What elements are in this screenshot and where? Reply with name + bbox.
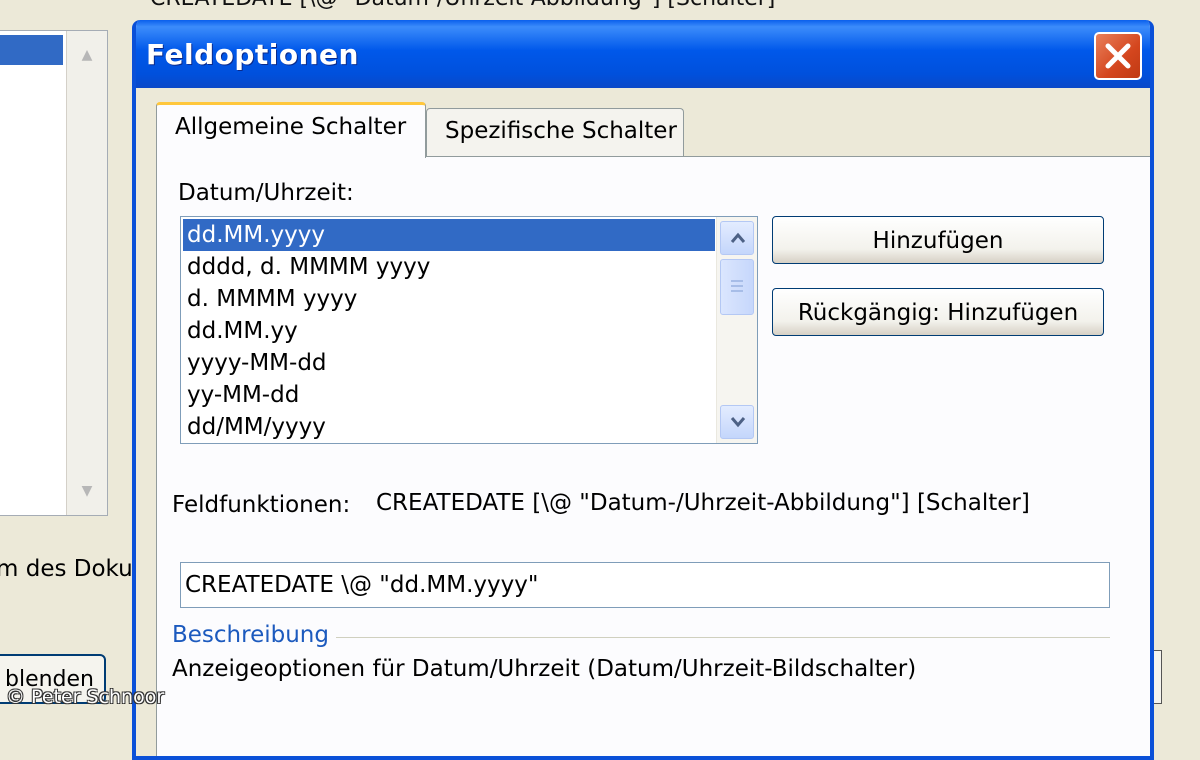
background-list-scrollbar[interactable]: ▲ ▼ bbox=[66, 31, 107, 515]
background-field-syntax: CREATEDATE [\@ "Datum-/Uhrzeit-Abbildung… bbox=[150, 0, 775, 11]
tab-general-switches[interactable]: Allgemeine Schalter bbox=[156, 102, 426, 158]
grip-line bbox=[731, 280, 743, 282]
grip-line bbox=[731, 290, 743, 292]
description-divider bbox=[336, 637, 1110, 638]
scroll-up-button[interactable] bbox=[720, 221, 754, 255]
list-item[interactable]: dddd, d. MMMM yyyy bbox=[183, 251, 715, 283]
list-item[interactable]: yyyy-MM-dd bbox=[183, 347, 715, 379]
field-functions-syntax: CREATEDATE [\@ "Datum-/Uhrzeit-Abbildung… bbox=[376, 490, 1030, 516]
title-bar[interactable]: Feldoptionen bbox=[136, 20, 1150, 88]
scroll-down-button[interactable] bbox=[720, 405, 754, 439]
background-label: m des Doku bbox=[0, 556, 133, 582]
date-time-label: Datum/Uhrzeit: bbox=[178, 180, 354, 206]
chevron-up-icon[interactable]: ▲ bbox=[73, 41, 101, 69]
list-item[interactable]: dd.MM.yy bbox=[183, 315, 715, 347]
add-button[interactable]: Hinzufügen bbox=[772, 216, 1104, 264]
list-item[interactable]: dd.MM.yyyy bbox=[183, 219, 715, 251]
field-code-input[interactable]: CREATEDATE \@ "dd.MM.yyyy" bbox=[180, 562, 1110, 608]
description-header: Beschreibung bbox=[172, 622, 329, 648]
copyright-watermark: © Peter Schnoor bbox=[6, 686, 165, 708]
background-list[interactable]: ▲ ▼ bbox=[0, 30, 108, 516]
scroll-thumb[interactable] bbox=[720, 259, 754, 315]
tab-label: Allgemeine Schalter bbox=[175, 114, 407, 140]
field-functions-label: Feldfunktionen: bbox=[172, 492, 351, 518]
list-item[interactable]: yy-MM-dd bbox=[183, 379, 715, 411]
dialog-title: Feldoptionen bbox=[146, 38, 359, 71]
grip-line bbox=[731, 285, 743, 287]
undo-add-button[interactable]: Rückgängig: Hinzufügen bbox=[772, 288, 1104, 336]
background-list-selection bbox=[0, 35, 63, 65]
close-button[interactable] bbox=[1094, 32, 1142, 80]
list-item[interactable]: d. MMMM yyyy bbox=[183, 283, 715, 315]
tab-specific-switches[interactable]: Spezifische Schalter bbox=[426, 108, 684, 158]
chevron-down-icon[interactable]: ▼ bbox=[73, 477, 101, 505]
field-options-dialog: Feldoptionen Allgemeine Schalter Spezifi… bbox=[132, 20, 1154, 760]
list-item[interactable]: dd/MM/yyyy bbox=[183, 411, 715, 443]
tab-label: Spezifische Schalter bbox=[445, 118, 677, 144]
date-format-list[interactable]: dd.MM.yyyy dddd, d. MMMM yyyy d. MMMM yy… bbox=[180, 216, 758, 444]
list-scrollbar[interactable] bbox=[716, 217, 757, 443]
description-text: Anzeigeoptionen für Datum/Uhrzeit (Datum… bbox=[172, 656, 917, 682]
